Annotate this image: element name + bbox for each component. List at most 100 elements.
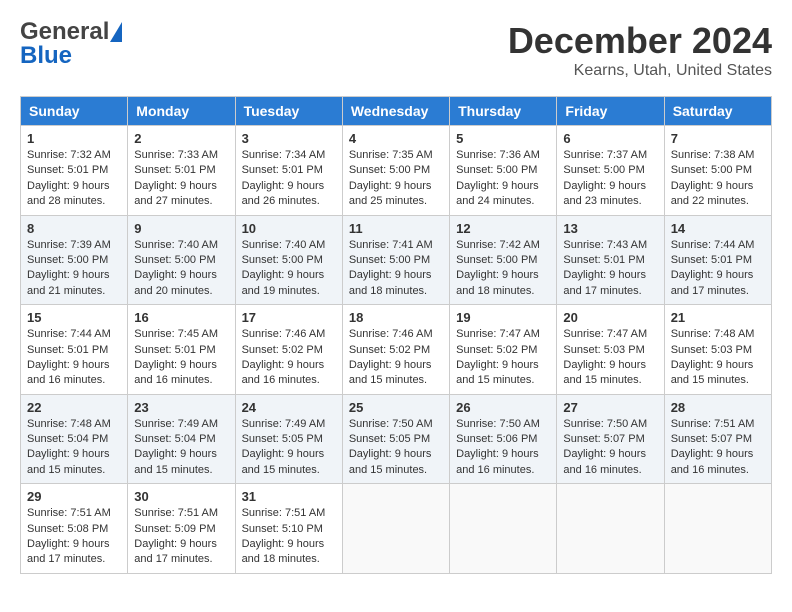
cell-content: Sunrise: 7:32 AMSunset: 5:01 PMDaylight:… [27,148,121,210]
cell-content: Sunrise: 7:39 AMSunset: 5:00 PMDaylight:… [27,238,121,300]
day-number: 22 [27,400,121,415]
calendar-cell: 1 Sunrise: 7:32 AMSunset: 5:01 PMDaylight… [21,126,128,216]
calendar-week-3: 15Sunrise: 7:44 AMSunset: 5:01 PMDayligh… [21,305,772,395]
title-section: December 2024 Kearns, Utah, United State… [508,20,772,80]
calendar-cell [664,484,771,574]
day-number: 25 [349,400,443,415]
calendar-cell: 31 Sunrise: 7:51 AMSunset: 5:10 PMDayligh… [235,484,342,574]
day-number: 4 [349,131,443,146]
calendar-cell: 21Sunrise: 7:48 AMSunset: 5:03 PMDayligh… [664,305,771,395]
calendar-cell: 13 Sunrise: 7:43 AMSunset: 5:01 PMDayligh… [557,215,664,305]
weekday-header-friday: Friday [557,97,664,126]
logo: General Blue [20,20,122,68]
weekday-header-wednesday: Wednesday [342,97,449,126]
calendar-cell [342,484,449,574]
day-number: 28 [671,400,765,415]
weekday-header-sunday: Sunday [21,97,128,126]
day-number: 30 [134,489,228,504]
calendar-cell: 17 Sunrise: 7:46 AMSunset: 5:02 PMDayligh… [235,305,342,395]
calendar-table: SundayMondayTuesdayWednesdayThursdayFrid… [20,96,772,574]
cell-content: Sunrise: 7:33 AMSunset: 5:01 PMDaylight:… [134,148,228,210]
calendar-cell: 14 Sunrise: 7:44 AMSunset: 5:01 PMDayligh… [664,215,771,305]
calendar-cell: 15Sunrise: 7:44 AMSunset: 5:01 PMDayligh… [21,305,128,395]
cell-content: Sunrise: 7:50 AMSunset: 5:07 PMDaylight:… [563,417,657,479]
calendar-cell: 29Sunrise: 7:51 AMSunset: 5:08 PMDayligh… [21,484,128,574]
logo-text: General Blue [20,20,122,68]
calendar-cell: 24 Sunrise: 7:49 AMSunset: 5:05 PMDayligh… [235,394,342,484]
cell-content: Sunrise: 7:40 AMSunset: 5:00 PMDaylight:… [242,238,336,300]
cell-content: Sunrise: 7:51 AMSunset: 5:07 PMDaylight:… [671,417,765,479]
calendar-cell: 8 Sunrise: 7:39 AMSunset: 5:00 PMDaylight… [21,215,128,305]
day-number: 14 [671,221,765,236]
cell-content: Sunrise: 7:46 AMSunset: 5:02 PMDaylight:… [242,327,336,389]
day-number: 16 [134,310,228,325]
cell-content: Sunrise: 7:44 AMSunset: 5:01 PMDaylight:… [671,238,765,300]
calendar-week-2: 8 Sunrise: 7:39 AMSunset: 5:00 PMDaylight… [21,215,772,305]
weekday-header-thursday: Thursday [450,97,557,126]
cell-content: Sunrise: 7:49 AMSunset: 5:05 PMDaylight:… [242,417,336,479]
calendar-cell: 22 Sunrise: 7:48 AMSunset: 5:04 PMDayligh… [21,394,128,484]
calendar-cell: 12 Sunrise: 7:42 AMSunset: 5:00 PMDayligh… [450,215,557,305]
calendar-cell: 10 Sunrise: 7:40 AMSunset: 5:00 PMDayligh… [235,215,342,305]
cell-content: Sunrise: 7:47 AMSunset: 5:03 PMDaylight:… [563,327,657,389]
cell-content: Sunrise: 7:51 AMSunset: 5:08 PMDaylight:… [27,506,121,568]
cell-content: Sunrise: 7:38 AMSunset: 5:00 PMDaylight:… [671,148,765,210]
day-number: 3 [242,131,336,146]
month-year-title: December 2024 [508,20,772,62]
cell-content: Sunrise: 7:40 AMSunset: 5:00 PMDaylight:… [134,238,228,300]
calendar-cell: 7 Sunrise: 7:38 AMSunset: 5:00 PMDaylight… [664,126,771,216]
cell-content: Sunrise: 7:48 AMSunset: 5:03 PMDaylight:… [671,327,765,389]
logo-blue: Blue [20,42,72,69]
weekday-header-tuesday: Tuesday [235,97,342,126]
cell-content: Sunrise: 7:51 AMSunset: 5:10 PMDaylight:… [242,506,336,568]
cell-content: Sunrise: 7:44 AMSunset: 5:01 PMDaylight:… [27,327,121,389]
day-number: 27 [563,400,657,415]
cell-content: Sunrise: 7:37 AMSunset: 5:00 PMDaylight:… [563,148,657,210]
cell-content: Sunrise: 7:41 AMSunset: 5:00 PMDaylight:… [349,238,443,300]
cell-content: Sunrise: 7:50 AMSunset: 5:06 PMDaylight:… [456,417,550,479]
cell-content: Sunrise: 7:48 AMSunset: 5:04 PMDaylight:… [27,417,121,479]
calendar-cell: 20 Sunrise: 7:47 AMSunset: 5:03 PMDayligh… [557,305,664,395]
day-number: 1 [27,131,121,146]
day-number: 10 [242,221,336,236]
logo-general: General [20,18,109,45]
day-number: 8 [27,221,121,236]
location-subtitle: Kearns, Utah, United States [508,62,772,80]
calendar-week-4: 22 Sunrise: 7:48 AMSunset: 5:04 PMDayligh… [21,394,772,484]
calendar-cell: 27 Sunrise: 7:50 AMSunset: 5:07 PMDayligh… [557,394,664,484]
page-header: General Blue December 2024 Kearns, Utah,… [20,20,772,80]
weekday-header-monday: Monday [128,97,235,126]
day-number: 9 [134,221,228,236]
cell-content: Sunrise: 7:47 AMSunset: 5:02 PMDaylight:… [456,327,550,389]
calendar-cell [450,484,557,574]
calendar-week-1: 1 Sunrise: 7:32 AMSunset: 5:01 PMDaylight… [21,126,772,216]
calendar-week-5: 29Sunrise: 7:51 AMSunset: 5:08 PMDayligh… [21,484,772,574]
day-number: 18 [349,310,443,325]
day-number: 12 [456,221,550,236]
day-number: 11 [349,221,443,236]
day-number: 31 [242,489,336,504]
day-number: 23 [134,400,228,415]
cell-content: Sunrise: 7:36 AMSunset: 5:00 PMDaylight:… [456,148,550,210]
calendar-cell: 9 Sunrise: 7:40 AMSunset: 5:00 PMDaylight… [128,215,235,305]
day-number: 13 [563,221,657,236]
calendar-cell: 6Sunrise: 7:37 AMSunset: 5:00 PMDaylight… [557,126,664,216]
calendar-cell: 3Sunrise: 7:34 AMSunset: 5:01 PMDaylight… [235,126,342,216]
cell-content: Sunrise: 7:51 AMSunset: 5:09 PMDaylight:… [134,506,228,568]
day-number: 20 [563,310,657,325]
day-number: 5 [456,131,550,146]
calendar-cell: 30 Sunrise: 7:51 AMSunset: 5:09 PMDayligh… [128,484,235,574]
cell-content: Sunrise: 7:46 AMSunset: 5:02 PMDaylight:… [349,327,443,389]
day-number: 24 [242,400,336,415]
cell-content: Sunrise: 7:43 AMSunset: 5:01 PMDaylight:… [563,238,657,300]
day-number: 17 [242,310,336,325]
calendar-cell [557,484,664,574]
day-number: 7 [671,131,765,146]
calendar-cell: 4Sunrise: 7:35 AMSunset: 5:00 PMDaylight… [342,126,449,216]
calendar-cell: 16Sunrise: 7:45 AMSunset: 5:01 PMDayligh… [128,305,235,395]
calendar-cell: 28 Sunrise: 7:51 AMSunset: 5:07 PMDayligh… [664,394,771,484]
cell-content: Sunrise: 7:42 AMSunset: 5:00 PMDaylight:… [456,238,550,300]
logo-triangle-icon [110,22,122,42]
day-number: 26 [456,400,550,415]
calendar-cell: 26 Sunrise: 7:50 AMSunset: 5:06 PMDayligh… [450,394,557,484]
